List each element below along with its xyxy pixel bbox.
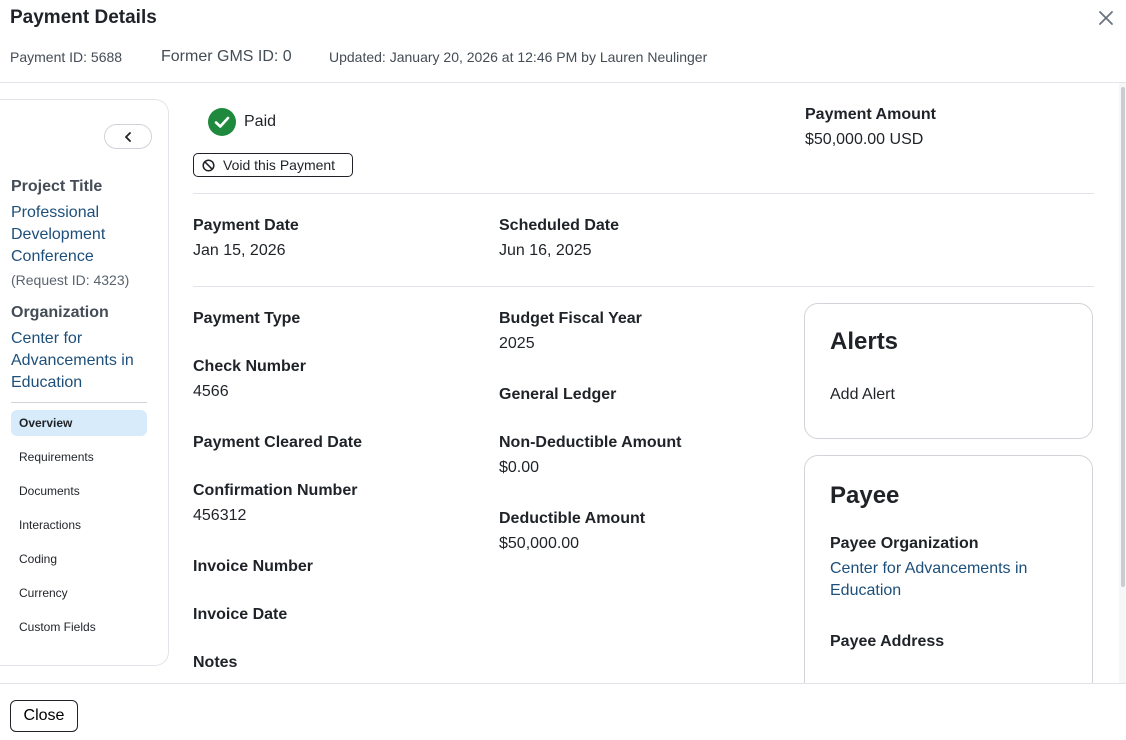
divider — [193, 286, 1094, 287]
check-number-label: Check Number — [193, 358, 306, 375]
sidebar-item-coding[interactable]: Coding — [11, 546, 147, 572]
budget-fiscal-year-label: Budget Fiscal Year — [499, 310, 642, 327]
sidebar: Project Title Professional Development C… — [0, 99, 169, 666]
sidebar-item-interactions[interactable]: Interactions — [11, 512, 147, 538]
deductible-value: $50,000.00 — [499, 535, 580, 552]
payment-amount-label: Payment Amount — [805, 106, 936, 123]
page-title: Payment Details — [10, 7, 157, 28]
sidebar-item-currency[interactable]: Currency — [11, 580, 147, 606]
request-id: (Request ID: 4323) — [11, 272, 130, 288]
payment-date-value: Jan 15, 2026 — [193, 242, 286, 259]
scrollbar-thumb[interactable] — [1121, 87, 1125, 587]
block-icon — [202, 158, 215, 172]
invoice-date-label: Invoice Date — [193, 606, 288, 623]
project-title-label: Project Title — [11, 178, 103, 195]
updated-info: Updated: January 20, 2026 at 12:46 PM by… — [329, 49, 708, 65]
payment-date-label: Payment Date — [193, 217, 299, 234]
content-area[interactable]: Project Title Professional Development C… — [0, 83, 1126, 683]
sidebar-item-overview[interactable]: Overview — [11, 410, 147, 436]
scheduled-date-label: Scheduled Date — [499, 217, 620, 234]
payment-type-label: Payment Type — [193, 310, 301, 327]
close-button[interactable]: Close — [10, 700, 78, 732]
sidebar-divider — [11, 402, 147, 403]
status-row: Paid — [208, 108, 276, 136]
non-deductible-label: Non-Deductible Amount — [499, 434, 682, 451]
invoice-number-label: Invoice Number — [193, 558, 314, 575]
modal-footer: Close — [0, 683, 1126, 740]
payment-amount-value: $50,000.00 USD — [805, 131, 924, 148]
alerts-card: Alerts Add Alert — [804, 303, 1093, 439]
confirmation-number-label: Confirmation Number — [193, 482, 358, 499]
non-deductible-value: $0.00 — [499, 459, 540, 476]
general-ledger-label: General Ledger — [499, 386, 617, 403]
check-circle-icon — [208, 108, 236, 136]
modal-header: Payment Details Payment ID: 5688 Former … — [0, 0, 1126, 83]
payee-organization-label: Payee Organization — [830, 535, 979, 552]
payment-id: Payment ID: 5688 — [10, 49, 123, 65]
scrollbar[interactable] — [1119, 83, 1126, 683]
sidebar-item-custom-fields[interactable]: Custom Fields — [11, 614, 147, 640]
sidebar-item-documents[interactable]: Documents — [11, 478, 147, 504]
former-gms-id: Former GMS ID: 0 — [161, 48, 292, 65]
payee-address-label: Payee Address — [830, 633, 945, 650]
status-label: Paid — [244, 113, 277, 130]
confirmation-number-value: 456312 — [193, 507, 247, 524]
divider — [193, 193, 1094, 194]
deductible-label: Deductible Amount — [499, 510, 646, 527]
payment-cleared-label: Payment Cleared Date — [193, 434, 362, 451]
void-payment-label: Void this Payment — [223, 157, 336, 173]
payee-card: Payee Payee Organization Center for Adva… — [804, 455, 1093, 683]
organization-link[interactable]: Center for Advancements in Education — [11, 328, 151, 394]
void-payment-button[interactable]: Void this Payment — [193, 153, 353, 177]
scheduled-date-value: Jun 16, 2025 — [499, 242, 592, 259]
payee-title: Payee — [830, 482, 900, 509]
notes-label: Notes — [193, 654, 238, 671]
collapse-sidebar-button[interactable] — [104, 124, 152, 149]
close-icon[interactable] — [1096, 8, 1116, 28]
organization-label: Organization — [11, 304, 109, 321]
payee-organization-link[interactable]: Center for Advancements in Education — [830, 558, 1050, 602]
add-alert-link[interactable]: Add Alert — [830, 386, 895, 404]
alerts-title: Alerts — [830, 328, 899, 355]
budget-fiscal-year-value: 2025 — [499, 335, 535, 352]
project-title-link[interactable]: Professional Development Conference — [11, 202, 151, 268]
chevron-left-icon — [125, 131, 131, 142]
sidebar-item-requirements[interactable]: Requirements — [11, 444, 147, 470]
check-number-value: 4566 — [193, 383, 229, 400]
